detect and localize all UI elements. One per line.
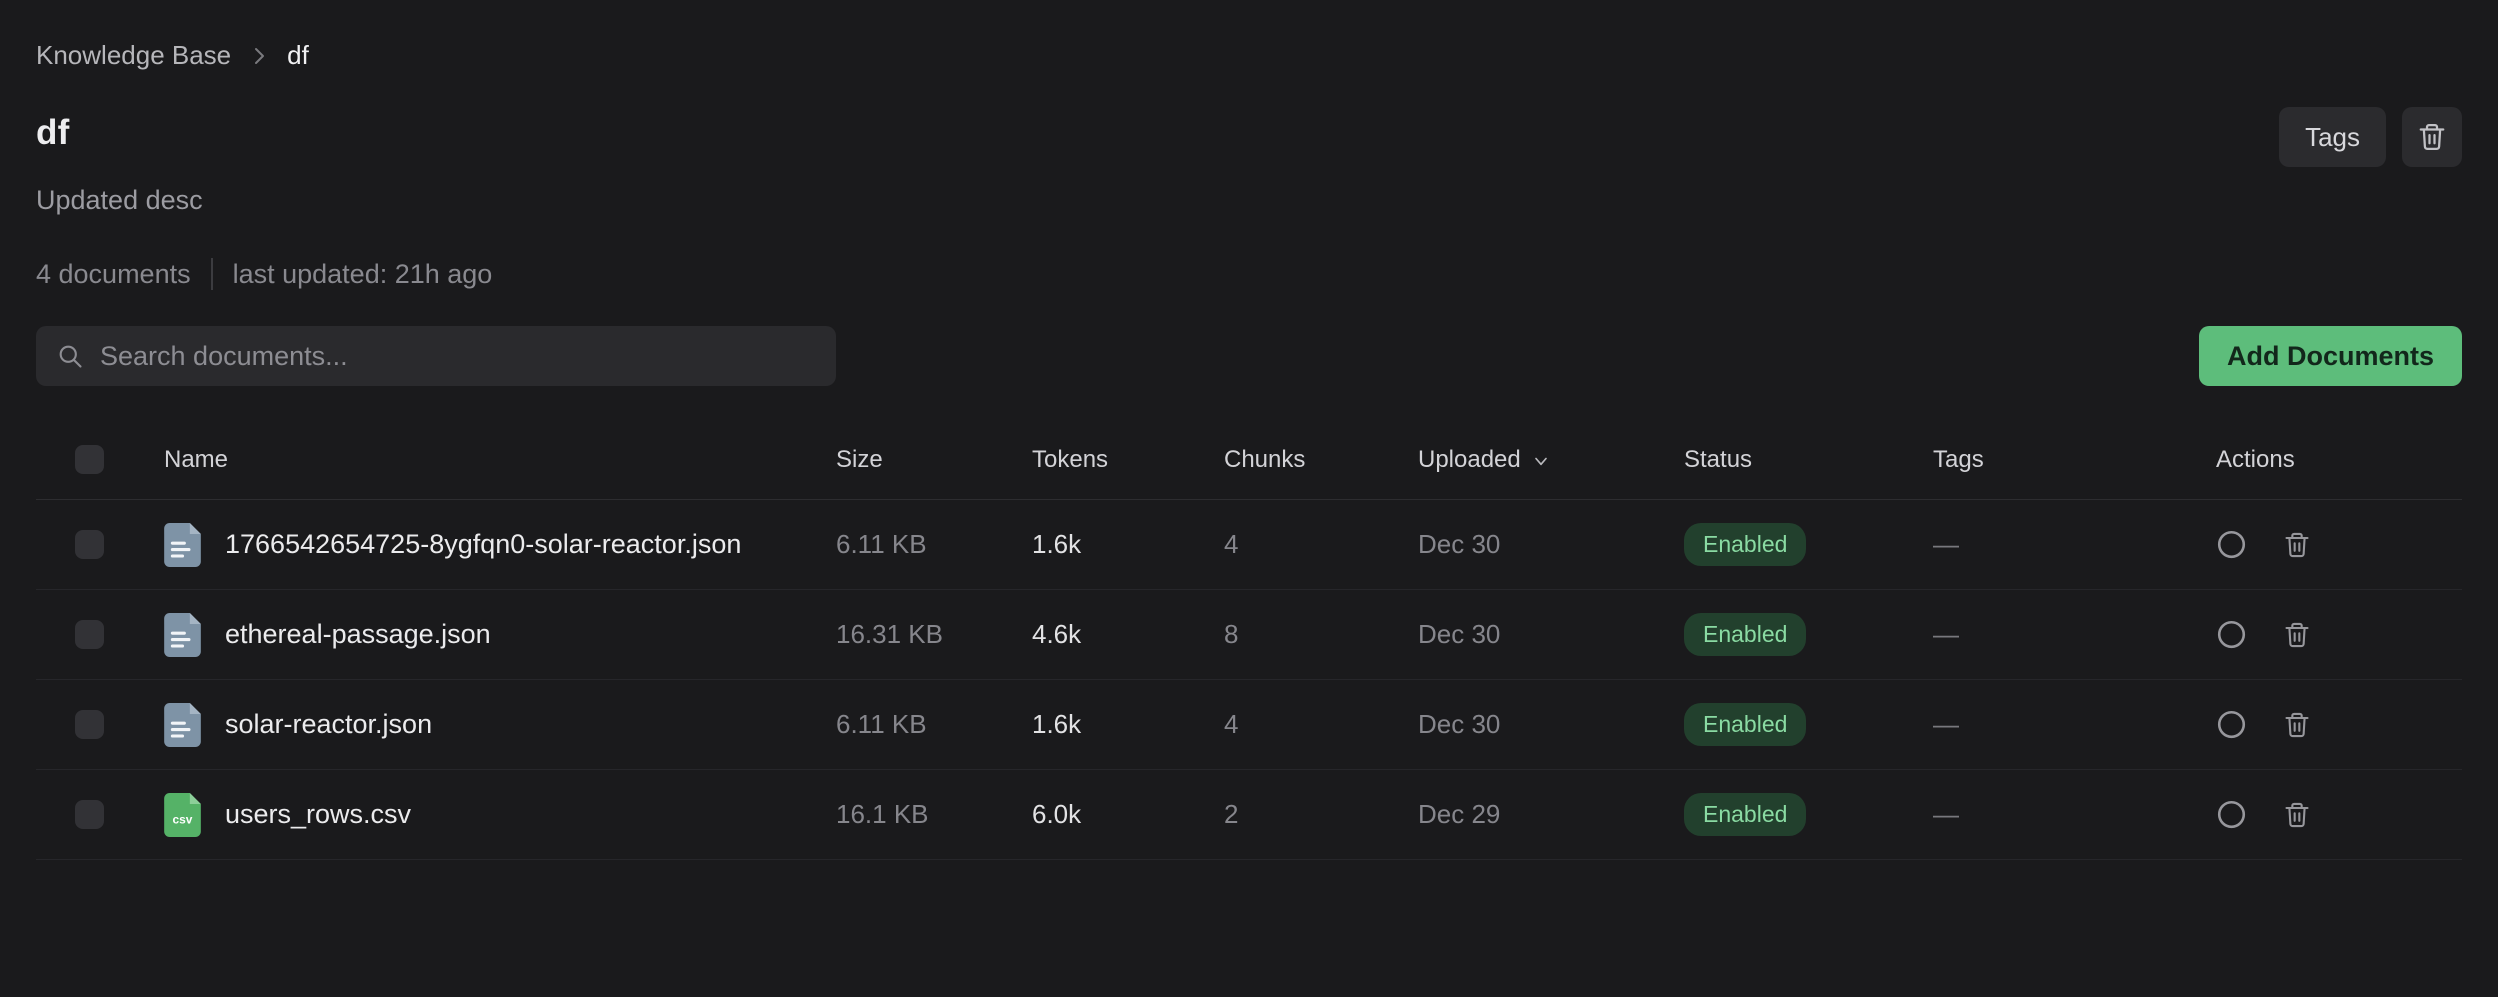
column-header-uploaded[interactable]: Uploaded [1418, 446, 1684, 474]
breadcrumb-knowledge-base-link[interactable]: Knowledge Base [36, 40, 231, 71]
trash-icon [2283, 801, 2311, 829]
file-name[interactable]: users_rows.csv [225, 799, 411, 830]
knowledge-base-detail-page: Knowledge Base df df Tags Updated desc 4… [0, 0, 2498, 997]
file-uploaded: Dec 30 [1418, 709, 1684, 740]
file-uploaded: Dec 30 [1418, 529, 1684, 560]
documents-table: Name Size Tokens Chunks Uploaded Status … [36, 420, 2462, 860]
status-badge: Enabled [1684, 613, 1806, 656]
file-size: 6.11 KB [836, 529, 1032, 560]
json-file-icon [164, 613, 201, 657]
row-checkbox[interactable] [75, 530, 104, 559]
file-uploaded: Dec 30 [1418, 619, 1684, 650]
add-documents-button[interactable]: Add Documents [2199, 326, 2462, 386]
kb-meta: 4 documents last updated: 21h ago [36, 258, 2462, 290]
circle-icon [2216, 619, 2247, 650]
breadcrumb-chevron-icon [247, 44, 271, 68]
trash-icon [2283, 621, 2311, 649]
table-row: solar-reactor.json 6.11 KB 1.6k 4 Dec 30… [36, 680, 2462, 770]
tags-button[interactable]: Tags [2279, 107, 2386, 167]
row-checkbox[interactable] [75, 710, 104, 739]
search-icon [56, 342, 84, 370]
file-chunks: 8 [1224, 619, 1418, 650]
sort-chevron-down-icon [1531, 451, 1551, 471]
file-uploaded: Dec 29 [1418, 799, 1684, 830]
column-header-status: Status [1684, 446, 1933, 474]
trash-icon [2417, 122, 2447, 152]
kb-description: Updated desc [36, 185, 2462, 216]
column-header-tokens: Tokens [1032, 446, 1224, 474]
column-header-chunks: Chunks [1224, 446, 1418, 474]
delete-knowledge-base-button[interactable] [2402, 107, 2462, 167]
file-name[interactable]: solar-reactor.json [225, 709, 432, 740]
toggle-status-button[interactable] [2216, 619, 2247, 650]
file-tags: — [1933, 619, 2216, 650]
delete-document-button[interactable] [2283, 801, 2311, 829]
file-tokens: 4.6k [1032, 619, 1224, 650]
trash-icon [2283, 711, 2311, 739]
svg-text:csv: csv [173, 812, 193, 826]
documents-count: 4 documents [36, 259, 191, 290]
file-size: 16.1 KB [836, 799, 1032, 830]
delete-document-button[interactable] [2283, 621, 2311, 649]
column-header-name: Name [164, 446, 836, 474]
file-tokens: 6.0k [1032, 799, 1224, 830]
file-size: 16.31 KB [836, 619, 1032, 650]
toggle-status-button[interactable] [2216, 529, 2247, 560]
toggle-status-button[interactable] [2216, 709, 2247, 740]
column-header-actions: Actions [2216, 446, 2462, 474]
meta-divider [211, 258, 213, 290]
file-size: 6.11 KB [836, 709, 1032, 740]
table-header-row: Name Size Tokens Chunks Uploaded Status … [36, 420, 2462, 500]
status-badge: Enabled [1684, 703, 1806, 746]
file-tokens: 1.6k [1032, 529, 1224, 560]
circle-icon [2216, 799, 2247, 830]
circle-icon [2216, 709, 2247, 740]
search-input[interactable] [100, 341, 816, 372]
table-row: ethereal-passage.json 16.31 KB 4.6k 8 De… [36, 590, 2462, 680]
file-tags: — [1933, 799, 2216, 830]
page-title: df [36, 113, 69, 153]
file-tags: — [1933, 709, 2216, 740]
json-file-icon [164, 523, 201, 567]
status-badge: Enabled [1684, 523, 1806, 566]
breadcrumb-current: df [287, 40, 309, 71]
table-row: csv users_rows.csv 16.1 KB 6.0k 2 Dec 29… [36, 770, 2462, 860]
status-badge: Enabled [1684, 793, 1806, 836]
file-chunks: 4 [1224, 529, 1418, 560]
circle-icon [2216, 529, 2247, 560]
file-name[interactable]: ethereal-passage.json [225, 619, 491, 650]
column-header-size: Size [836, 446, 1032, 474]
select-all-checkbox[interactable] [75, 445, 104, 474]
json-file-icon [164, 703, 201, 747]
file-chunks: 2 [1224, 799, 1418, 830]
file-tags: — [1933, 529, 2216, 560]
file-chunks: 4 [1224, 709, 1418, 740]
delete-document-button[interactable] [2283, 711, 2311, 739]
delete-document-button[interactable] [2283, 531, 2311, 559]
last-updated: last updated: 21h ago [233, 259, 493, 290]
breadcrumb: Knowledge Base df [36, 40, 2462, 71]
file-name[interactable]: 1766542654725-8ygfqn0-solar-reactor.json [225, 529, 741, 560]
search-box[interactable] [36, 326, 836, 386]
file-tokens: 1.6k [1032, 709, 1224, 740]
uploaded-label: Uploaded [1418, 446, 1521, 474]
table-row: 1766542654725-8ygfqn0-solar-reactor.json… [36, 500, 2462, 590]
row-checkbox[interactable] [75, 620, 104, 649]
trash-icon [2283, 531, 2311, 559]
toggle-status-button[interactable] [2216, 799, 2247, 830]
csv-file-icon: csv [164, 793, 201, 837]
column-header-tags: Tags [1933, 446, 2216, 474]
row-checkbox[interactable] [75, 800, 104, 829]
